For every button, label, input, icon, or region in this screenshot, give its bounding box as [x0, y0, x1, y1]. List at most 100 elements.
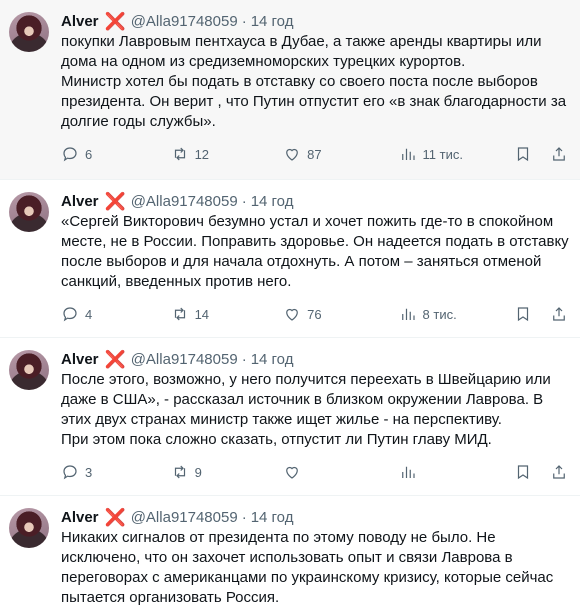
tweet-text-line: Никаких сигналов от президента по этому …	[61, 529, 496, 546]
tweet-text: После этого, возможно, у него получится …	[61, 370, 568, 450]
like-button[interactable]	[283, 463, 398, 481]
cross-mark-icon: ❌	[104, 11, 126, 31]
tweet-text-line: дома на одном из средиземноморских турец…	[61, 53, 466, 70]
retweet-icon	[174, 465, 185, 479]
bookmark-icon[interactable]	[514, 463, 532, 481]
separator-dot: ·	[241, 350, 247, 368]
tweet-text-line: переговорах с американцами по украинском…	[61, 569, 554, 586]
retweet-button[interactable]: 9	[171, 463, 284, 481]
display-name[interactable]: Alver	[61, 509, 99, 526]
analytics-icon	[401, 466, 415, 478]
tweet-text-line: после выборов и для начала отдохнуть. А …	[61, 253, 542, 270]
heart-icon	[286, 148, 298, 161]
analytics-icon	[401, 308, 415, 320]
retweet-count: 14	[194, 306, 210, 322]
tweet-header: Alver ❌ @Alla91748059 · 14 год	[61, 507, 568, 527]
avatar[interactable]	[9, 350, 49, 390]
display-name[interactable]: Alver	[61, 13, 99, 30]
timestamp[interactable]: 14 год	[251, 13, 294, 30]
tweet-header: Alver ❌ @Alla91748059 · 14 год	[61, 191, 568, 211]
share-icon[interactable]	[550, 145, 568, 163]
heart-icon	[286, 308, 298, 321]
retweet-button[interactable]: 14	[171, 305, 284, 323]
tweet-text-line: покупки Лавровым пентхауса в Дубае, а та…	[61, 33, 542, 50]
tweet-text-line: Министр хотел бы подать в отставку со св…	[61, 73, 538, 90]
tweet-text-line: долгие годы службы».	[61, 113, 216, 130]
reply-count: 3	[85, 464, 93, 480]
tweet-feed: Alver ❌ @Alla91748059 · 14 год покупки Л…	[0, 0, 580, 610]
extra-actions	[514, 305, 568, 323]
retweet-count: 9	[194, 464, 202, 480]
tweet-text-line: санкций, введенных против него.	[61, 273, 292, 290]
heart-icon	[286, 466, 298, 479]
extra-actions	[514, 145, 568, 163]
action-bar: 4 14 76 8 тис.	[61, 298, 568, 330]
view-count: 11 тис.	[422, 146, 463, 162]
cross-mark-icon: ❌	[104, 507, 126, 527]
action-bar: 6 12 87 11 тис.	[61, 138, 568, 170]
user-handle[interactable]: @Alla91748059	[131, 509, 238, 526]
tweet[interactable]: Alver ❌ @Alla91748059 · 14 год После это…	[0, 338, 580, 496]
separator-dot: ·	[241, 508, 247, 526]
avatar[interactable]	[9, 508, 49, 548]
retweet-button[interactable]: 12	[171, 145, 284, 163]
extra-actions	[514, 463, 568, 481]
tweet-text: Никаких сигналов от президента по этому …	[61, 528, 568, 608]
tweet[interactable]: Alver ❌ @Alla91748059 · 14 год «Сергей В…	[0, 180, 580, 338]
share-icon[interactable]	[550, 305, 568, 323]
tweet-text-line: пытается организовать Россия.	[61, 589, 280, 606]
bookmark-icon[interactable]	[514, 305, 532, 323]
tweet-header: Alver ❌ @Alla91748059 · 14 год	[61, 349, 568, 369]
tweet-text-line: При этом пока сложно сказать, отпустит л…	[61, 431, 492, 448]
tweet-text-line: президента. Он верит , что Путин отпусти…	[61, 93, 567, 110]
like-button[interactable]: 87	[283, 145, 398, 163]
tweet-text-line: месте, не в России. Поправить здоровье. …	[61, 233, 569, 250]
reply-count: 6	[85, 146, 93, 162]
user-handle[interactable]: @Alla91748059	[131, 193, 238, 210]
user-handle[interactable]: @Alla91748059	[131, 351, 238, 368]
reply-icon	[63, 147, 77, 162]
tweet-text-line: После этого, возможно, у него получится …	[61, 371, 551, 388]
reply-count: 4	[85, 306, 93, 322]
tweet[interactable]: Alver ❌ @Alla91748059 · 14 год покупки Л…	[0, 0, 580, 180]
share-icon[interactable]	[550, 463, 568, 481]
reply-button[interactable]: 6	[61, 145, 171, 163]
reply-icon	[63, 307, 77, 322]
reply-button[interactable]: 3	[61, 463, 171, 481]
like-count: 76	[307, 306, 322, 322]
tweet-text-line: этих двух странах министр также ищет жил…	[61, 411, 502, 428]
tweet[interactable]: Alver ❌ @Alla91748059 · 14 год Никаких с…	[0, 496, 580, 610]
avatar[interactable]	[9, 192, 49, 232]
cross-mark-icon: ❌	[104, 349, 126, 369]
views-button[interactable]	[399, 463, 514, 481]
tweet-text: покупки Лавровым пентхауса в Дубае, а та…	[61, 32, 568, 132]
display-name[interactable]: Alver	[61, 351, 99, 368]
timestamp[interactable]: 14 год	[251, 193, 294, 210]
retweet-count: 12	[194, 146, 210, 162]
display-name[interactable]: Alver	[61, 193, 99, 210]
like-button[interactable]: 76	[283, 305, 398, 323]
reply-icon	[63, 465, 77, 480]
separator-dot: ·	[241, 12, 247, 30]
bookmark-icon[interactable]	[514, 145, 532, 163]
tweet-text: «Сергей Викторович безумно устал и хочет…	[61, 212, 569, 292]
like-count: 87	[307, 146, 322, 162]
reply-button[interactable]: 4	[61, 305, 171, 323]
retweet-icon	[174, 147, 185, 161]
views-button[interactable]: 8 тис.	[399, 305, 514, 323]
tweet-text-line: «Сергей Викторович безумно устал и хочет…	[61, 213, 554, 230]
action-bar: 3 9	[61, 456, 568, 488]
views-button[interactable]: 11 тис.	[399, 145, 514, 163]
tweet-text-line: исключено, что он захочет использовать о…	[61, 549, 513, 566]
timestamp[interactable]: 14 год	[251, 509, 294, 526]
user-handle[interactable]: @Alla91748059	[131, 13, 238, 30]
tweet-text-line: даже в США», - рассказал источник в близ…	[61, 391, 544, 408]
cross-mark-icon: ❌	[104, 191, 126, 211]
tweet-header: Alver ❌ @Alla91748059 · 14 год	[61, 11, 568, 31]
view-count: 8 тис.	[422, 306, 457, 322]
analytics-icon	[401, 148, 415, 160]
separator-dot: ·	[241, 192, 247, 210]
avatar[interactable]	[9, 12, 49, 52]
timestamp[interactable]: 14 год	[251, 351, 294, 368]
retweet-icon	[174, 307, 185, 321]
